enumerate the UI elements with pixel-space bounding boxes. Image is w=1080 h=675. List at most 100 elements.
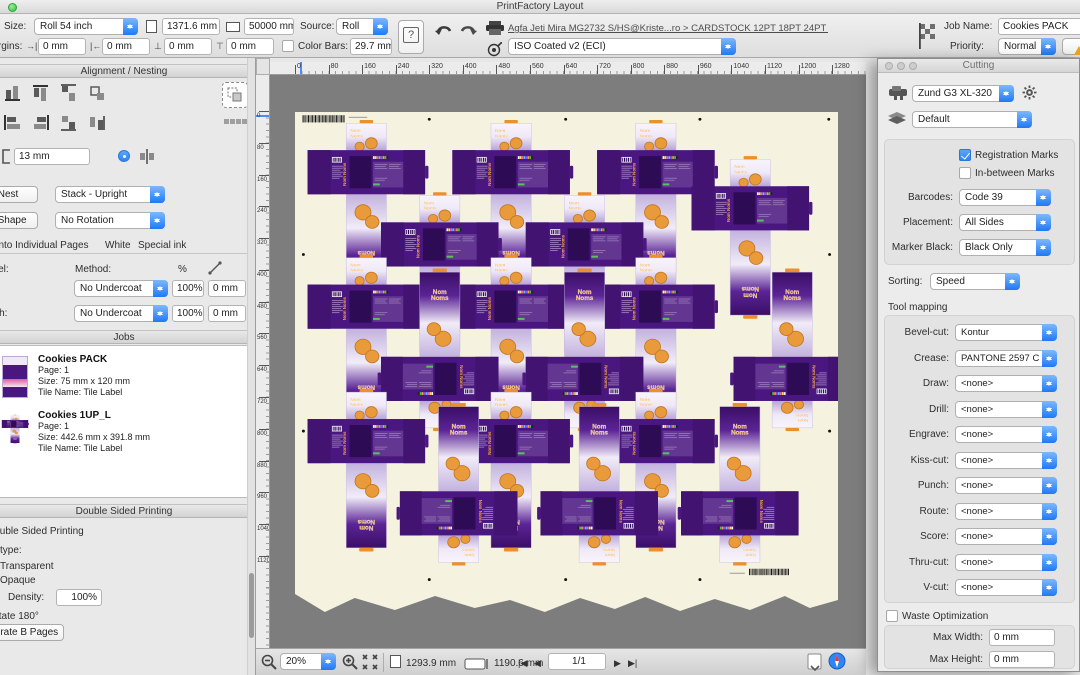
- last-page-icon[interactable]: ▶|: [628, 658, 637, 669]
- tab-special-ink[interactable]: Special ink: [138, 240, 186, 251]
- stepper-icon: [1017, 111, 1032, 128]
- ruler-major-tick: [259, 175, 269, 176]
- undercoat-spread-2[interactable]: 0 mm: [208, 305, 246, 322]
- ruler-major-tick: [329, 65, 330, 75]
- tool-select-punch[interactable]: <none>: [955, 477, 1057, 494]
- palette-minimize-icon[interactable]: [897, 62, 905, 70]
- media-sheet[interactable]: NomNoms NomNoms Nom: [295, 112, 838, 612]
- tool-select-crease[interactable]: PANTONE 2597 C: [955, 350, 1057, 367]
- tool-label-crease: Crease:: [885, 353, 949, 364]
- priority-select[interactable]: Normal: [998, 38, 1056, 55]
- zoom-out-icon[interactable]: [261, 654, 277, 675]
- source-select[interactable]: Roll: [336, 18, 388, 35]
- placement-select[interactable]: All Sides: [959, 214, 1051, 231]
- zoom-in-icon[interactable]: [342, 654, 358, 675]
- undercoat-spread-1[interactable]: 0 mm: [208, 280, 246, 297]
- ruler-vertical: 0801602403204004805606407208008809601040…: [256, 75, 270, 648]
- export-page-icon[interactable]: [806, 653, 824, 675]
- palette-zoom-icon[interactable]: [909, 62, 917, 70]
- distribute-horizontal-icon[interactable]: [60, 114, 78, 132]
- waste-optimization-checkbox[interactable]: [886, 610, 898, 622]
- marquee-select-button[interactable]: [222, 82, 248, 108]
- margin-field-4[interactable]: 0 mm: [226, 38, 274, 55]
- tool-select-kiss-cut[interactable]: <none>: [955, 452, 1057, 469]
- scrollbar-thumb[interactable]: [249, 573, 254, 638]
- rotation-select[interactable]: No Rotation: [55, 212, 165, 229]
- stack-mode-select[interactable]: Stack - Upright: [55, 186, 165, 203]
- distribute-center-icon[interactable]: [138, 148, 156, 166]
- gutter-field[interactable]: 13 mm: [14, 148, 90, 165]
- tool-select-engrave[interactable]: <none>: [955, 426, 1057, 443]
- color-bars-checkbox[interactable]: [282, 40, 294, 52]
- prev-page-icon[interactable]: ◀: [534, 658, 541, 669]
- gutter-radio[interactable]: [118, 150, 130, 162]
- jobs-section-header[interactable]: Jobs: [0, 330, 248, 344]
- align-right-icon[interactable]: [32, 114, 50, 132]
- first-page-icon[interactable]: |◀: [518, 658, 527, 669]
- color-bars-field[interactable]: 29.7 mm: [350, 38, 392, 55]
- undercoat-method-select-2[interactable]: No Undercoat: [74, 305, 168, 322]
- registration-marks-checkbox[interactable]: [959, 149, 971, 161]
- alignment-section-header[interactable]: Alignment / Nesting: [0, 64, 248, 78]
- tool-select-bevel-cut[interactable]: Kontur: [955, 324, 1057, 341]
- job-name-field[interactable]: Cookies PACK: [998, 18, 1080, 35]
- left-panel-scrollbar[interactable]: [247, 58, 255, 675]
- undercoat-method-select-1[interactable]: No Undercoat: [74, 280, 168, 297]
- zoom-fit-icon[interactable]: [362, 654, 378, 675]
- cutter-device-select[interactable]: Zund G3 XL-320: [912, 85, 1014, 102]
- media-width-field[interactable]: 1371.6 mm: [162, 18, 220, 35]
- snap-corner-icon[interactable]: [88, 84, 106, 102]
- align-bottom-icon[interactable]: [4, 84, 22, 102]
- ruler-number: 0: [257, 113, 260, 119]
- max-height-field[interactable]: 0 mm: [989, 651, 1055, 668]
- reshape-button[interactable]: Re-Shape: [0, 212, 38, 229]
- dsp-section-header[interactable]: Double Sided Printing: [0, 504, 248, 518]
- tab-white[interactable]: White: [105, 240, 131, 251]
- media-icon: [887, 111, 907, 130]
- tool-select-score[interactable]: <none>: [955, 528, 1057, 545]
- generate-b-pages-button[interactable]: Generate B Pages: [0, 624, 64, 641]
- undercoat-percent-1[interactable]: 100%: [172, 280, 204, 297]
- cutter-media-select[interactable]: Default: [912, 111, 1032, 128]
- tab-split-pages[interactable]: Split into Individual Pages: [0, 240, 89, 251]
- marker-black-select[interactable]: Black Only: [959, 239, 1051, 256]
- barcodes-select[interactable]: Code 39: [959, 189, 1051, 206]
- tool-select-drill[interactable]: <none>: [955, 401, 1057, 418]
- layout-canvas[interactable]: NomNoms NomNoms Nom: [270, 75, 866, 648]
- align-top-icon[interactable]: [32, 84, 50, 102]
- media-length-field[interactable]: 50000 mm: [244, 18, 294, 35]
- undercoat-percent-2[interactable]: 100%: [172, 305, 204, 322]
- traffic-light-green[interactable]: [8, 3, 17, 12]
- tool-select-route[interactable]: <none>: [955, 503, 1057, 520]
- zoom-level-select[interactable]: 20%: [280, 653, 336, 670]
- palette-title-bar[interactable]: Cutting: [878, 59, 1079, 73]
- palette-close-icon[interactable]: [885, 62, 893, 70]
- printer-queue-link[interactable]: Agfa Jeti Mira MG2732 S/HS@Kriste...ro >…: [508, 23, 828, 34]
- margin-field-3[interactable]: 0 mm: [164, 38, 212, 55]
- help-button[interactable]: ?: [398, 20, 424, 54]
- ruler-number: 160: [257, 177, 267, 183]
- redo-icon[interactable]: [458, 22, 478, 43]
- navigator-compass-icon[interactable]: [828, 652, 846, 675]
- tool-select-draw[interactable]: <none>: [955, 375, 1057, 392]
- tool-select-thru-cut[interactable]: <none>: [955, 554, 1057, 571]
- submit-button[interactable]: S: [1062, 38, 1080, 55]
- profile-select[interactable]: ISO Coated v2 (ECI): [508, 38, 736, 55]
- jobs-list[interactable]: Cookies PACKPage: 1Size: 75 mm x 120 mmT…: [0, 345, 248, 498]
- margin-field-2[interactable]: 0 mm: [102, 38, 150, 55]
- size-select[interactable]: Roll 54 inch: [34, 18, 138, 35]
- density-field[interactable]: 100%: [56, 589, 102, 606]
- tool-select-v-cut[interactable]: <none>: [955, 579, 1057, 596]
- max-width-field[interactable]: 0 mm: [989, 629, 1055, 646]
- page-number-field[interactable]: 1/1: [548, 653, 606, 670]
- nest-button[interactable]: Nest: [0, 186, 38, 203]
- margin-field-1[interactable]: 0 mm: [38, 38, 86, 55]
- spacing-icon[interactable]: [88, 114, 106, 132]
- undo-icon[interactable]: [434, 22, 454, 43]
- sorting-select[interactable]: Speed: [930, 273, 1020, 290]
- inbetween-marks-checkbox[interactable]: [959, 167, 971, 179]
- distribute-vertical-icon[interactable]: [60, 84, 78, 102]
- next-page-icon[interactable]: ▶: [614, 658, 621, 669]
- gear-icon[interactable]: [1022, 85, 1037, 105]
- align-left-icon[interactable]: [4, 114, 22, 132]
